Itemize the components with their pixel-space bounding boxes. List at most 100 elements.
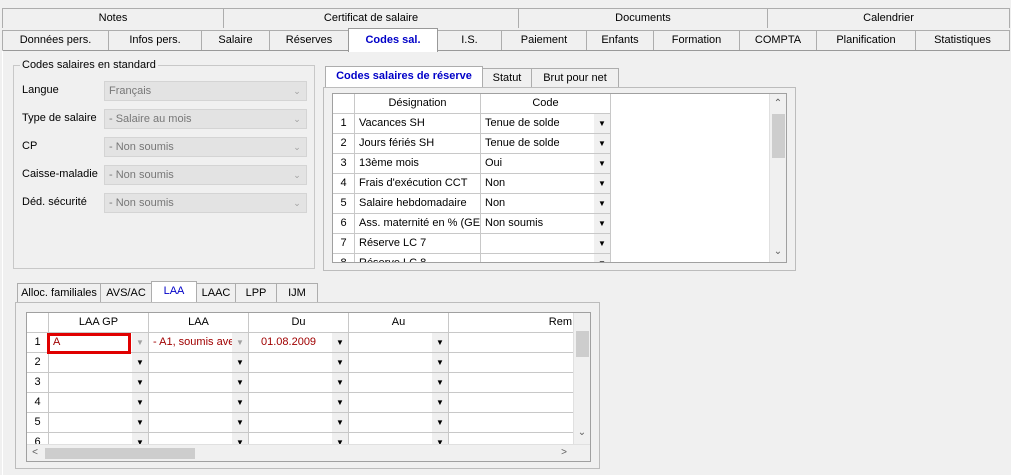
tab-statut[interactable]: Statut [482,68,532,87]
scroll-thumb[interactable] [45,448,195,459]
laa-horizontal-scrollbar[interactable]: < > [27,444,590,461]
tab-formation[interactable]: Formation [653,30,740,50]
dropdown-arrow-icon[interactable]: ▼ [594,214,610,233]
dropdown-arrow-icon[interactable]: ▼ [332,333,348,352]
dropdown-arrow-icon[interactable]: ▼ [132,373,148,392]
tab-paiement[interactable]: Paiement [501,30,587,50]
scroll-thumb[interactable] [772,114,785,158]
tab-avs-ac[interactable]: AVS/AC [100,283,152,302]
code-cell[interactable]: Oui [481,154,611,174]
cp-value: - Non soumis [109,141,174,153]
dropdown-arrow-icon[interactable]: ▼ [594,114,610,133]
tab-compta[interactable]: COMPTA [739,30,817,50]
row-number: 7 [333,234,355,254]
laa-vertical-scrollbar[interactable]: ⌄ [573,313,590,444]
code-cell[interactable]: Non [481,174,611,194]
row-number: 5 [27,413,49,433]
tab-infos-pers[interactable]: Infos pers. [108,30,202,50]
tab-ijm[interactable]: IJM [276,283,318,302]
header-laa: LAA [149,313,249,333]
header-code: Code [481,94,611,114]
row-number: 4 [333,174,355,194]
grid-corner [333,94,355,114]
caisse-maladie-select[interactable]: - Non soumis ⌄ [104,165,307,185]
codes-sal-page: Codes salaires en standard Langue França… [2,50,1010,475]
code-cell[interactable] [481,234,611,254]
cp-select[interactable]: - Non soumis ⌄ [104,137,307,157]
laa-panel: LAA GP LAA Du Au Rem 1 A ▼ - A1, soumis … [15,302,600,469]
scroll-right-icon[interactable]: > [556,445,572,461]
reserve-panel: Désignation Code 1 Vacances SH Tenue de … [323,87,796,271]
designation-cell: Réserve LC 7 [355,234,481,254]
designation-cell: 13ème mois [355,154,481,174]
dropdown-arrow-icon[interactable]: ▼ [594,174,610,193]
dropdown-arrow-icon[interactable]: ▼ [232,393,248,412]
tab-salaire[interactable]: Salaire [201,30,270,50]
dropdown-arrow-icon[interactable]: ▼ [232,353,248,372]
tab-codes-sal[interactable]: Codes sal. [348,28,438,52]
tab-reserves[interactable]: Réserves [269,30,349,50]
field-label-langue: Langue [22,84,59,96]
scroll-down-icon[interactable]: ⌄ [574,425,590,441]
dropdown-arrow-icon[interactable]: ▼ [432,353,448,372]
dropdown-arrow-icon[interactable]: ▼ [332,373,348,392]
code-cell[interactable]: Tenue de solde [481,134,611,154]
dropdown-arrow-icon[interactable]: ▼ [332,393,348,412]
tab-laa[interactable]: LAA [151,281,197,302]
scroll-left-icon[interactable]: < [27,445,43,461]
row-number: 8 [333,254,355,262]
type-de-salaire-select[interactable]: - Salaire au mois ⌄ [104,109,307,129]
tab-enfants[interactable]: Enfants [586,30,654,50]
rem-cell[interactable] [449,373,575,393]
dropdown-arrow-icon[interactable]: ▼ [132,413,148,432]
row-number: 5 [333,194,355,214]
dropdown-arrow-icon[interactable]: ▼ [232,333,248,352]
dropdown-arrow-icon[interactable]: ▼ [132,333,148,352]
dropdown-arrow-icon[interactable]: ▼ [432,333,448,352]
langue-select[interactable]: Français ⌄ [104,81,307,101]
dropdown-arrow-icon[interactable]: ▼ [232,413,248,432]
code-cell[interactable]: Tenue de solde [481,114,611,134]
dropdown-arrow-icon[interactable]: ▼ [332,353,348,372]
dropdown-arrow-icon[interactable]: ▼ [594,134,610,153]
tab-alloc-familiales[interactable]: Alloc. familiales [17,283,101,302]
code-cell[interactable]: Non soumis [481,214,611,234]
tab-planification[interactable]: Planification [816,30,916,50]
dropdown-arrow-icon[interactable]: ▼ [432,413,448,432]
dropdown-arrow-icon[interactable]: ▼ [594,154,610,173]
grid-corner [27,313,49,333]
dropdown-arrow-icon[interactable]: ▼ [232,373,248,392]
scroll-up-icon[interactable]: ⌃ [770,96,786,112]
code-cell[interactable]: Non [481,194,611,214]
tab-lpp[interactable]: LPP [235,283,277,302]
dropdown-arrow-icon[interactable]: ▼ [432,373,448,392]
dropdown-arrow-icon[interactable]: ▼ [332,413,348,432]
tab-certificat-de-salaire[interactable]: Certificat de salaire [223,8,519,28]
rem-cell[interactable] [449,393,575,413]
tab-notes[interactable]: Notes [2,8,224,28]
reserve-vertical-scrollbar[interactable]: ⌃ ⌄ [769,94,786,262]
tab-calendrier[interactable]: Calendrier [767,8,1010,28]
rem-cell[interactable] [449,353,575,373]
code-cell[interactable] [481,254,611,262]
dropdown-arrow-icon[interactable]: ▼ [132,353,148,372]
dropdown-arrow-icon[interactable]: ▼ [594,254,610,262]
tab-is[interactable]: I.S. [437,30,502,50]
tab-laac[interactable]: LAAC [196,283,236,302]
tab-statistiques[interactable]: Statistiques [915,30,1010,50]
dropdown-arrow-icon[interactable]: ▼ [594,234,610,253]
tab-codes-salaires-de-reserve[interactable]: Codes salaires de réserve [325,66,483,87]
tab-donnees-pers[interactable]: Données pers. [2,30,109,50]
tab-brut-pour-net[interactable]: Brut pour net [531,68,619,87]
rem-cell[interactable] [449,413,575,433]
designation-cell: Jours fériés SH [355,134,481,154]
scroll-thumb[interactable] [576,331,589,357]
dropdown-arrow-icon[interactable]: ▼ [594,194,610,213]
dropdown-arrow-icon[interactable]: ▼ [132,393,148,412]
ded-securite-select[interactable]: - Non soumis ⌄ [104,193,307,213]
tab-documents[interactable]: Documents [518,8,768,28]
scroll-down-icon[interactable]: ⌄ [770,244,786,260]
row-number: 3 [333,154,355,174]
dropdown-arrow-icon[interactable]: ▼ [432,393,448,412]
rem-cell[interactable] [449,333,575,353]
